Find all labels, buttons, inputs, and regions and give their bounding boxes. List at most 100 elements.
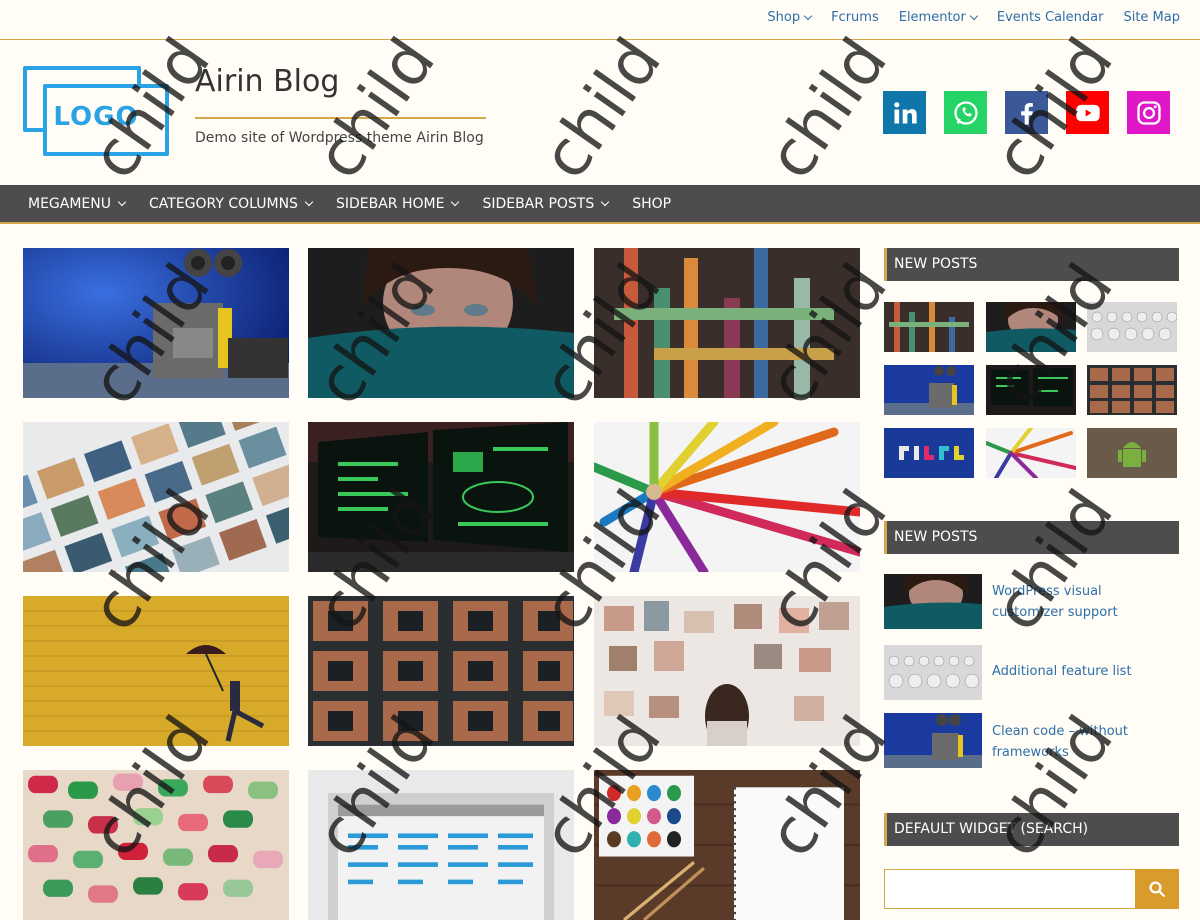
site-tagline: Demo site of Wordpress theme Airin Blog (195, 130, 484, 146)
computer-monitors-image (308, 422, 574, 572)
recent-post-link[interactable]: Clean code – without frameworks (992, 721, 1172, 763)
title-divider (195, 117, 486, 119)
sidebar-thumbnail[interactable] (986, 302, 1076, 352)
linkedin-icon (893, 101, 917, 123)
stormtroopers-image (1087, 302, 1177, 352)
moodboard-wall-image (594, 596, 860, 746)
woman-eyes-image (308, 248, 574, 398)
recent-post-link[interactable]: WordPress visual customizer support (992, 581, 1172, 623)
recent-post-thumbnail[interactable] (884, 645, 982, 700)
post-thumbnail-city-aerial[interactable] (308, 596, 574, 746)
post-thumbnail-woman-eyes[interactable] (308, 248, 574, 398)
post-thumbnail-colorful-shapes[interactable] (23, 770, 289, 920)
recent-post-thumbnail[interactable] (884, 574, 982, 629)
sidebar-thumbnail[interactable] (1087, 302, 1177, 352)
robot-image (884, 713, 982, 768)
youtube-icon (1075, 104, 1100, 121)
facebook-icon (1020, 102, 1033, 125)
topnav-item-label: Elementor (898, 10, 966, 25)
woman-eyes-image (986, 302, 1076, 352)
stormtroopers-image (884, 645, 982, 700)
chevron-down-icon (600, 197, 610, 206)
sidebar-thumbnail[interactable] (986, 428, 1076, 478)
mainnav-item-sidebar-posts[interactable]: SIDEBAR POSTS (482, 195, 610, 212)
city-aerial-image (308, 596, 574, 746)
post-thumbnail-colored-pencils[interactable] (594, 422, 860, 572)
search-input[interactable] (884, 869, 1136, 909)
top-bar: Shop Fcrums Elementor Events Calendar Si… (0, 0, 1200, 40)
post-thumbnail-umbrella-yellow-wall[interactable] (23, 596, 289, 746)
colored-blocks-image (594, 248, 860, 398)
child-watermark: child (302, 25, 450, 193)
chevron-down-icon (969, 11, 979, 20)
site-logo[interactable]: LOGO (23, 66, 171, 156)
mainnav-item-label: SIDEBAR HOME (335, 195, 445, 212)
woman-eyes-image (884, 574, 982, 629)
topnav-item-label: Shop (767, 10, 801, 25)
sidebar-thumbnail[interactable] (1087, 365, 1177, 415)
post-thumbnail-moodboard-wall[interactable] (594, 596, 860, 746)
mainnav-item-category-columns[interactable]: CATEGORY COLUMNS (149, 195, 314, 212)
colored-pencils-image (986, 428, 1076, 478)
search-button[interactable] (1135, 869, 1179, 909)
colored-blocks-image (884, 302, 974, 352)
mainnav-item-shop[interactable]: SHOP (632, 196, 671, 212)
mainnav-item-label: MEGAMENU (28, 195, 111, 212)
facebook-button[interactable] (1005, 91, 1048, 134)
computer-monitors-image (986, 365, 1076, 415)
pixel-letters-image (884, 428, 974, 478)
recent-post-link[interactable]: Additional feature list (992, 661, 1172, 682)
logo-text: LOGO (53, 102, 139, 132)
robot-image (884, 365, 974, 415)
post-thumbnail-computer-monitors[interactable] (308, 422, 574, 572)
chevron-down-icon (451, 197, 460, 206)
whatsapp-icon (953, 100, 978, 125)
mainnav-item-sidebar-home[interactable]: SIDEBAR HOME (335, 195, 460, 212)
sidebar-thumbnail[interactable] (986, 365, 1076, 415)
search-icon (1149, 881, 1165, 897)
post-thumbnail-robot[interactable] (23, 248, 289, 398)
colorful-shapes-image (23, 770, 289, 920)
chevron-down-icon (803, 11, 813, 20)
top-navigation: Shop Fcrums Elementor Events Calendar Si… (767, 10, 1180, 25)
topnav-item-shop[interactable]: Shop (767, 10, 813, 25)
post-thumbnail-photo-prints[interactable] (23, 422, 289, 572)
post-thumbnail-wireframe-layout[interactable] (308, 770, 574, 920)
mainnav-item-label: SHOP (632, 195, 672, 212)
mainnav-item-label: SIDEBAR POSTS (482, 195, 595, 212)
post-thumbnail-colored-blocks[interactable] (594, 248, 860, 398)
instagram-icon (1136, 100, 1161, 125)
sidebar-thumbnail[interactable] (1087, 428, 1177, 478)
topnav-item-events-calendar[interactable]: Events Calendar (997, 10, 1104, 25)
widget-title-new-posts-list: NEW POSTS (884, 521, 1179, 554)
topnav-item-label: Events Calendar (996, 10, 1104, 25)
linkedin-button[interactable] (883, 91, 926, 134)
wireframe-layout-image (308, 770, 574, 920)
mainnav-item-megamenu[interactable]: MEGAMENU (28, 195, 127, 212)
sidebar-thumbnail[interactable] (884, 365, 974, 415)
topnav-item-elementor[interactable]: Elementor (898, 10, 979, 25)
youtube-button[interactable] (1066, 91, 1109, 134)
sidebar-thumbnail[interactable] (884, 428, 974, 478)
chevron-down-icon (304, 197, 314, 206)
instagram-button[interactable] (1127, 91, 1170, 134)
mainnav-item-label: CATEGORY COLUMNS (149, 195, 298, 212)
umbrella-yellow-wall-image (23, 596, 289, 746)
site-title[interactable]: Airin Blog (195, 64, 339, 99)
chevron-down-icon (117, 197, 127, 206)
topnav-item-site-map[interactable]: Site Map (1123, 10, 1180, 25)
recent-post-thumbnail[interactable] (884, 713, 982, 768)
widget-title-search: DEFAULT WIDGET (SEARCH) (884, 813, 1179, 846)
whatsapp-button[interactable] (944, 91, 987, 134)
child-watermark: child (754, 25, 902, 193)
watercolor-notebook-image (594, 770, 860, 920)
robot-image (23, 248, 289, 398)
logo-frame-front: LOGO (43, 84, 169, 156)
topnav-item-label: Site Map (1123, 10, 1180, 25)
photo-prints-image (23, 422, 289, 572)
post-thumbnail-watercolor-notebook[interactable] (594, 770, 860, 920)
sidebar-thumbnail[interactable] (884, 302, 974, 352)
topnav-item-forums[interactable]: Fcrums (831, 10, 879, 25)
main-navigation: MEGAMENU CATEGORY COLUMNS SIDEBAR HOME S… (0, 185, 1200, 224)
android-toy-image (1087, 428, 1177, 478)
